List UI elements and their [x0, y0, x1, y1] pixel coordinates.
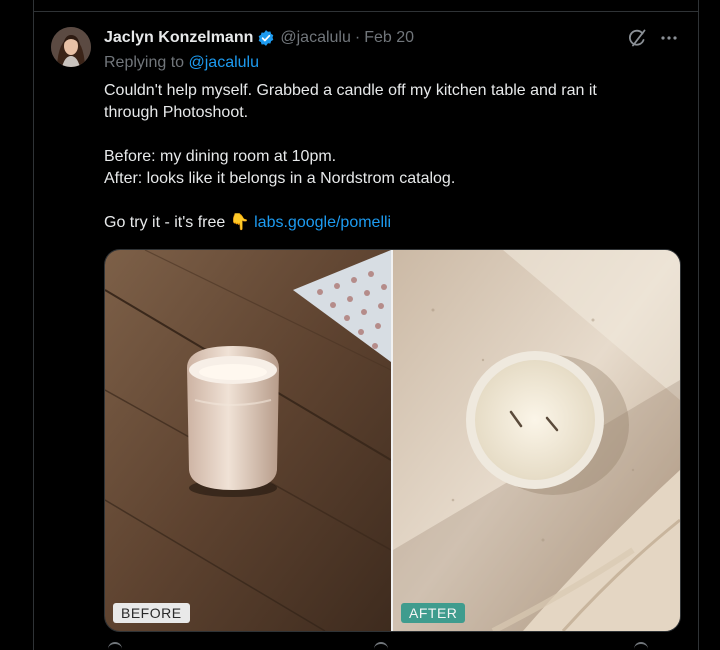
- reply-icon[interactable]: [108, 642, 122, 650]
- replying-prefix: Replying to: [104, 54, 185, 71]
- text-line: through Photoshoot.: [104, 104, 249, 121]
- avatar[interactable]: [51, 27, 91, 67]
- separator-dot: ·: [354, 29, 361, 46]
- action-bar: [104, 642, 684, 650]
- replying-handle-link[interactable]: @jacalulu: [189, 54, 260, 71]
- point-down-emoji: 👇: [229, 214, 250, 231]
- text-line: Couldn't help myself. Grabbed a candle o…: [104, 82, 597, 99]
- before-photo: BEFORE: [105, 250, 391, 631]
- tweet-date[interactable]: Feb 20: [364, 29, 414, 47]
- grok-icon[interactable]: [626, 27, 648, 49]
- author-name[interactable]: Jaclyn Konzelmann: [104, 29, 253, 47]
- replying-to: Replying to @jacalulu: [104, 54, 259, 72]
- tweet-frame: Jaclyn Konzelmann @jacalulu · Feb 20 Rep…: [33, 0, 699, 650]
- author-handle[interactable]: @jacalulu: [280, 29, 351, 47]
- text-line: After: looks like it belongs in a Nordst…: [104, 170, 456, 187]
- tweet-text: Couldn't help myself. Grabbed a candle o…: [104, 80, 684, 234]
- pomelli-link[interactable]: labs.google/pomelli: [254, 214, 391, 231]
- media-image[interactable]: BEFORE AFTER: [104, 249, 681, 632]
- text-line: Before: my dining room at 10pm.: [104, 148, 337, 165]
- verified-badge-icon: [257, 29, 275, 47]
- after-label: AFTER: [401, 603, 466, 623]
- cta-text: Go try it - it's free: [104, 214, 226, 231]
- more-icon[interactable]: [658, 27, 680, 49]
- tweet-header: Jaclyn Konzelmann @jacalulu · Feb 20: [104, 27, 414, 49]
- after-photo: AFTER: [393, 250, 680, 631]
- bookmark-icon[interactable]: [634, 642, 648, 650]
- text-line-cta: Go try it - it's free 👇 labs.google/pome…: [104, 212, 684, 234]
- view-count-icon[interactable]: [374, 642, 388, 650]
- before-label: BEFORE: [113, 603, 190, 623]
- divider: [34, 11, 698, 12]
